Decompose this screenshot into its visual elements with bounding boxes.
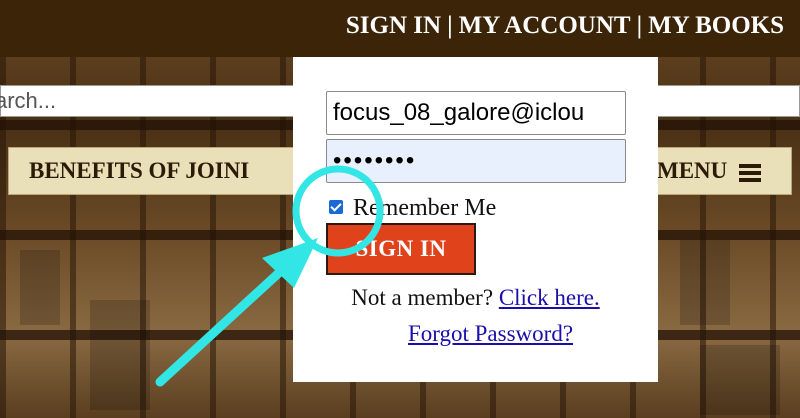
remember-me-row[interactable]: Remember Me (329, 195, 496, 222)
book-shape (700, 345, 780, 415)
benefits-label: BENEFITS OF JOINI (29, 158, 250, 183)
sign-in-link[interactable]: SIGN IN (346, 12, 441, 39)
my-account-link[interactable]: MY ACCOUNT (459, 12, 631, 39)
benefits-of-joining-button[interactable]: BENEFITS OF JOINI (8, 147, 308, 195)
menu-label: MENU (657, 158, 728, 183)
book-shape (680, 240, 730, 325)
password-value: •••••••• (333, 147, 417, 174)
remember-me-label: Remember Me (353, 195, 497, 221)
email-field[interactable]: focus_08_galore@iclou (326, 91, 626, 135)
top-nav: SIGN IN | MY ACCOUNT | MY BOOKS (346, 12, 784, 40)
book-shape (20, 250, 60, 325)
forgot-password-link[interactable]: Forgot Password? (408, 321, 573, 346)
book-shape (90, 300, 150, 410)
password-field[interactable]: •••••••• (326, 139, 626, 183)
login-popup: focus_08_galore@iclou •••••••• Remember … (293, 57, 658, 382)
nav-separator: | (636, 12, 643, 39)
email-value: focus_08_galore@iclou (333, 99, 585, 126)
not-member-text: Not a member? (351, 285, 494, 310)
not-member-row: Not a member? Click here. (293, 285, 658, 311)
my-books-link[interactable]: MY BOOKS (648, 12, 784, 39)
sign-in-button[interactable]: SIGN IN (326, 223, 476, 275)
hamburger-menu-icon (739, 163, 762, 182)
remember-me-checkbox[interactable] (329, 200, 343, 215)
nav-separator: | (447, 12, 453, 39)
click-here-link[interactable]: Click here. (499, 285, 600, 310)
menu-button[interactable]: MENU (650, 147, 792, 195)
forgot-password-row: Forgot Password? (293, 321, 658, 347)
top-bar: SIGN IN | MY ACCOUNT | MY BOOKS (0, 0, 800, 57)
